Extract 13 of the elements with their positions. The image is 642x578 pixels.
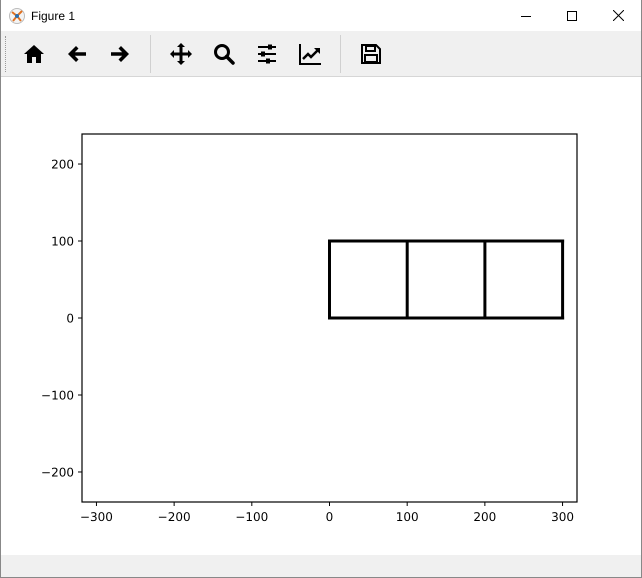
x-tick-label: −100: [235, 510, 268, 524]
window-title: Figure 1: [31, 8, 76, 22]
y-tick-label: −200: [41, 465, 74, 480]
y-tick-label: −100: [41, 388, 74, 402]
x-tick-label: 300: [551, 510, 574, 524]
x-tick-label: −200: [158, 510, 191, 524]
y-tick-label: 0: [66, 312, 74, 326]
y-tick-label: 100: [51, 234, 74, 249]
x-tick-label: 100: [396, 510, 419, 524]
x-tick-label: 200: [473, 510, 496, 524]
x-tick-label: −300: [80, 510, 113, 524]
x-tick-label: 0: [326, 510, 334, 524]
y-tick-label: 200: [51, 158, 74, 172]
